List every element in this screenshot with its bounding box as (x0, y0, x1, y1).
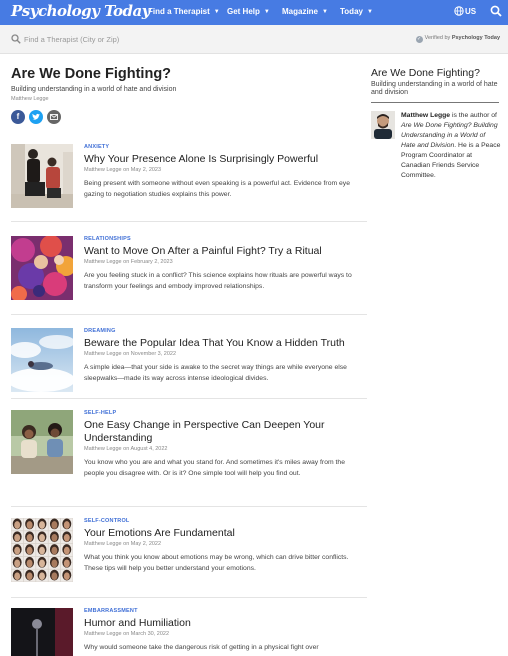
email-share-button[interactable] (47, 110, 61, 124)
therapist-search-input[interactable] (24, 32, 224, 46)
sidebar-divider (371, 102, 499, 103)
post-thumbnail[interactable] (11, 608, 73, 656)
post-category[interactable]: RELATIONSHIPS (84, 236, 131, 242)
search-icon (11, 34, 21, 44)
chevron-down-icon: ▼ (213, 9, 220, 15)
post-teaser: Why would someone take the dangerous ris… (84, 644, 319, 651)
post-thumbnail[interactable] (11, 236, 73, 300)
sidebar-subtitle: Building understanding in a world of hat… (371, 81, 498, 96)
post-meta: Matthew Legge on February 2, 2023 (84, 259, 173, 265)
post-title[interactable]: One Easy Change in Perspective Can Deepe… (84, 419, 367, 445)
nav-label: Find a Therapist (148, 7, 210, 16)
post-category[interactable]: SELF-CONTROL (84, 518, 129, 524)
post-thumbnail[interactable] (11, 410, 73, 474)
post-divider (11, 221, 367, 222)
verified-brand: Psychology Today (451, 35, 500, 41)
search-icon[interactable] (490, 5, 502, 17)
post-title[interactable]: Beware the Popular Idea That You Know a … (84, 337, 367, 350)
post-title[interactable]: Humor and Humiliation (84, 617, 367, 630)
post-meta: Matthew Legge on August 4, 2022 (84, 446, 168, 452)
nav-magazine[interactable]: Magazine ▼ (282, 7, 328, 16)
blog-author[interactable]: Matthew Legge (11, 96, 49, 102)
post-meta: Matthew Legge on May 2, 2023 (84, 167, 162, 173)
post-item[interactable]: SELF-CONTROL Your Emotions Are Fundament… (11, 518, 367, 586)
globe-icon[interactable] (454, 6, 464, 16)
post-teaser: A simple idea—that your side is awake to… (84, 364, 347, 382)
top-nav: Psychology Today Find a Therapist ▼ Get H… (0, 0, 508, 25)
post-meta: Matthew Legge on May 2, 2022 (84, 541, 162, 547)
post-category[interactable]: ANXIETY (84, 144, 109, 150)
mail-icon (50, 114, 58, 120)
facebook-share-button[interactable]: f (11, 110, 25, 124)
chevron-down-icon: ▼ (263, 9, 270, 15)
post-item[interactable]: EMBARRASSMENT Humor and Humiliation Matt… (11, 608, 367, 656)
post-teaser: Being present with someone without even … (84, 180, 350, 198)
verified-badge: ✓ Verified by Psychology Today (415, 35, 500, 43)
nav-find-therapist[interactable]: Find a Therapist ▼ (148, 7, 220, 16)
post-category[interactable]: SELF-HELP (84, 410, 116, 416)
post-divider (11, 398, 367, 399)
blog-subtitle: Building understanding in a world of hat… (11, 86, 177, 93)
twitter-icon (32, 113, 40, 120)
post-teaser: What you think you know about emotions m… (84, 554, 349, 572)
post-title[interactable]: Why Your Presence Alone Is Surprisingly … (84, 153, 367, 166)
site-logo[interactable]: Psychology Today (11, 2, 150, 20)
post-thumbnail[interactable] (11, 328, 73, 392)
post-divider (11, 597, 367, 598)
post-thumbnail[interactable] (11, 144, 73, 208)
avatar[interactable] (371, 111, 395, 139)
therapist-search-bar: ✓Verified by Psychology Today (0, 25, 508, 54)
post-category[interactable]: DREAMING (84, 328, 116, 334)
post-item[interactable]: DREAMING Beware the Popular Idea That Yo… (11, 328, 367, 396)
region-selector[interactable]: US (465, 7, 476, 16)
post-divider (11, 314, 367, 315)
chevron-down-icon: ▼ (366, 9, 373, 15)
author-name[interactable]: Matthew Legge (401, 112, 450, 119)
post-title[interactable]: Want to Move On After a Painful Fight? T… (84, 245, 367, 258)
nav-get-help[interactable]: Get Help ▼ (227, 7, 270, 16)
post-item[interactable]: RELATIONSHIPS Want to Move On After a Pa… (11, 236, 367, 304)
nav-label: Magazine (282, 7, 319, 16)
post-item[interactable]: ANXIETY Why Your Presence Alone Is Surpr… (11, 144, 367, 212)
post-teaser: Are you feeling stuck in a conflict? Thi… (84, 272, 352, 290)
twitter-share-button[interactable] (29, 110, 43, 124)
sidebar-title: Are We Done Fighting? (371, 67, 480, 79)
page-title: Are We Done Fighting? (11, 66, 172, 82)
nav-label: Today (340, 7, 363, 16)
post-thumbnail[interactable] (11, 518, 73, 582)
post-teaser: You know who you are and what you stand … (84, 459, 345, 477)
bio-text: is the author of (450, 112, 497, 119)
post-item[interactable]: SELF-HELP One Easy Change in Perspective… (11, 410, 367, 490)
check-icon: ✓ (415, 36, 423, 43)
post-title[interactable]: Your Emotions Are Fundamental (84, 527, 367, 540)
post-meta: Matthew Legge on March 30, 2022 (84, 631, 170, 637)
nav-label: Get Help (227, 7, 260, 16)
author-bio: Matthew Legge is the author of Are We Do… (401, 111, 501, 181)
chevron-down-icon: ▼ (322, 9, 328, 15)
post-meta: Matthew Legge on November 3, 2022 (84, 351, 177, 357)
nav-today[interactable]: Today ▼ (340, 7, 373, 16)
post-category[interactable]: EMBARRASSMENT (84, 608, 138, 614)
facebook-icon: f (16, 112, 20, 121)
post-divider (11, 506, 367, 507)
verified-label: Verified by (424, 35, 451, 41)
